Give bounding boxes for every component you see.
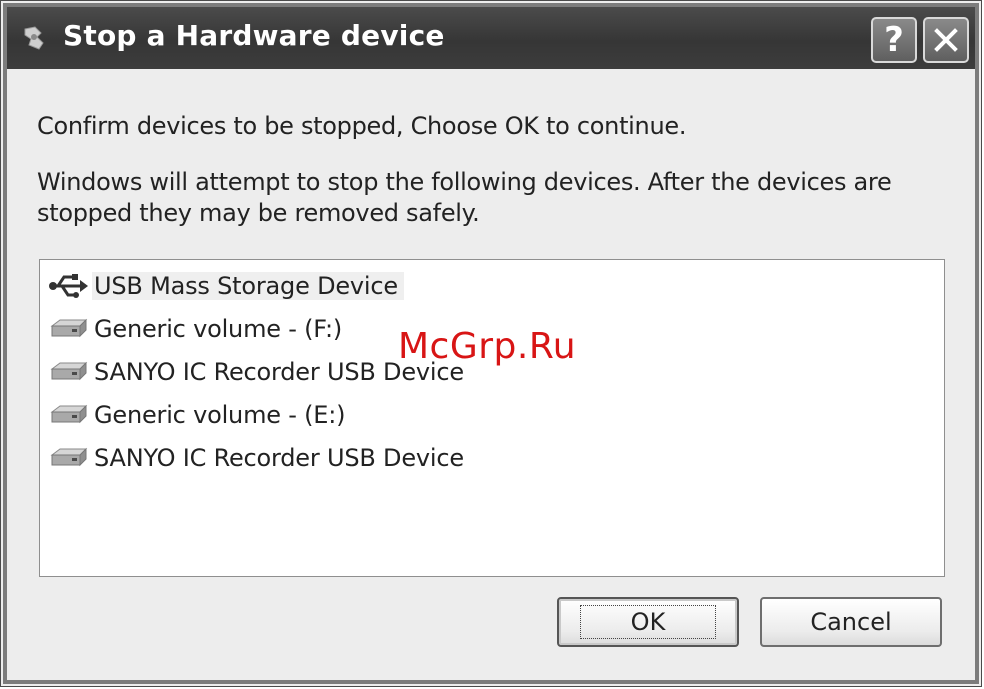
device-label: USB Mass Storage Device bbox=[92, 272, 404, 300]
confirm-text: Confirm devices to be stopped, Choose OK… bbox=[37, 112, 687, 140]
drive-icon bbox=[48, 441, 92, 475]
dialog-body: Confirm devices to be stopped, Choose OK… bbox=[7, 69, 975, 680]
watermark: McGrp.Ru bbox=[398, 326, 577, 367]
cancel-button[interactable]: Cancel bbox=[760, 597, 942, 647]
ok-button-label: OK bbox=[579, 605, 717, 639]
instruction-text: Windows will attempt to stop the followi… bbox=[37, 168, 892, 227]
window-title: Stop a Hardware device bbox=[63, 19, 445, 52]
device-list[interactable]: USB Mass Storage Device Generic volume -… bbox=[39, 259, 945, 577]
device-label: SANYO IC Recorder USB Device bbox=[94, 444, 464, 472]
help-icon: ? bbox=[884, 20, 904, 60]
cancel-button-label: Cancel bbox=[810, 608, 892, 636]
title-bar[interactable]: Stop a Hardware device ? bbox=[7, 7, 975, 69]
list-item-usb-mass-storage[interactable]: USB Mass Storage Device bbox=[48, 266, 404, 306]
help-button[interactable]: ? bbox=[871, 17, 917, 63]
device-label: Generic volume - (E:) bbox=[94, 401, 346, 429]
ok-button[interactable]: OK bbox=[557, 597, 739, 647]
drive-icon bbox=[48, 355, 92, 389]
device-label: Generic volume - (F:) bbox=[94, 315, 343, 343]
drive-icon bbox=[48, 312, 92, 346]
hardware-icon bbox=[24, 26, 44, 50]
list-item-generic-volume-f[interactable]: Generic volume - (F:) bbox=[48, 309, 348, 349]
list-item-generic-volume-e[interactable]: Generic volume - (E:) bbox=[48, 395, 351, 435]
close-button[interactable] bbox=[923, 17, 969, 63]
usb-icon bbox=[48, 269, 92, 303]
close-icon bbox=[934, 28, 958, 52]
list-item-sanyo-recorder-2[interactable]: SANYO IC Recorder USB Device bbox=[48, 438, 470, 478]
drive-icon bbox=[48, 398, 92, 432]
